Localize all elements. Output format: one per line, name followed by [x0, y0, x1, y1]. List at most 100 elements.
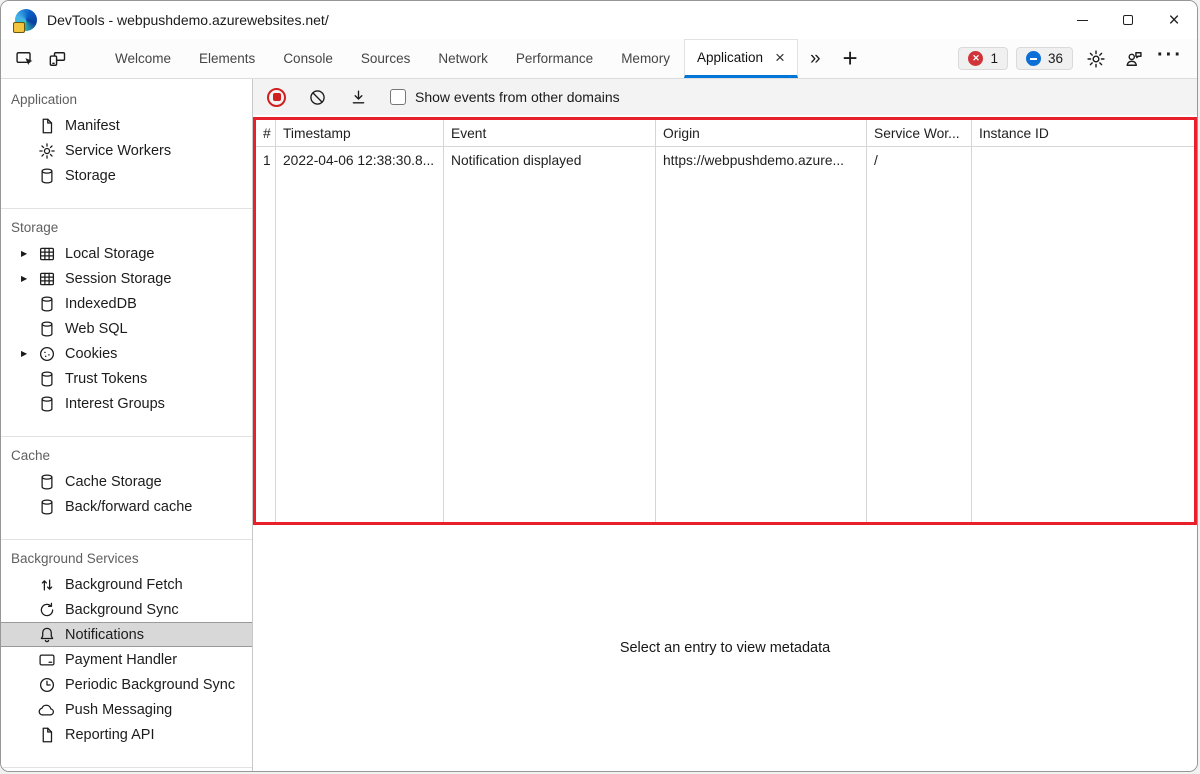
tab-elements[interactable]: Elements — [185, 39, 269, 78]
new-tab-button[interactable]: + — [833, 39, 868, 78]
error-icon: ✕ — [968, 51, 983, 66]
cloud-icon — [38, 701, 56, 719]
column-header-instance-id[interactable]: Instance ID — [972, 120, 1194, 146]
tab-console[interactable]: Console — [269, 39, 347, 78]
tab-sources[interactable]: Sources — [347, 39, 425, 78]
sidebar-item-storage[interactable]: Storage — [1, 163, 252, 188]
database-icon — [38, 370, 56, 388]
sidebar-item-web-sql[interactable]: Web SQL — [1, 316, 252, 341]
tab-application[interactable]: Application × — [684, 39, 798, 78]
up-down-arrows-icon — [38, 576, 56, 594]
close-tab-icon[interactable]: × — [775, 49, 785, 66]
database-icon — [38, 295, 56, 313]
sidebar-item-manifest[interactable]: Manifest — [1, 113, 252, 138]
event-cell-event: Notification displayed — [444, 147, 656, 174]
save-events-button[interactable] — [349, 88, 368, 107]
sidebar-item-payment-handler[interactable]: Payment Handler — [1, 647, 252, 672]
minimize-button[interactable] — [1059, 1, 1105, 39]
sidebar-item-trust-tokens[interactable]: Trust Tokens — [1, 366, 252, 391]
metadata-placeholder: Select an entry to view metadata — [620, 640, 830, 656]
record-toggle-button[interactable] — [267, 88, 286, 107]
sidebar-item-interest-groups[interactable]: Interest Groups — [1, 391, 252, 416]
sidebar-item-reporting-api[interactable]: Reporting API — [1, 722, 252, 747]
column-header-origin[interactable]: Origin — [656, 120, 867, 146]
notifications-toolbar: Show events from other domains — [253, 79, 1197, 115]
clock-icon — [38, 676, 56, 694]
gear-icon — [38, 142, 56, 160]
cookie-icon — [38, 345, 56, 363]
sidebar-item-background-fetch[interactable]: Background Fetch — [1, 572, 252, 597]
event-cell-instance-id — [972, 147, 1194, 174]
database-icon — [38, 473, 56, 491]
sidebar-item-cookies[interactable]: ▶ Cookies — [1, 341, 252, 366]
sidebar-section-application: Application Manifest Service Workers Sto… — [1, 81, 252, 209]
column-header-number[interactable]: # — [256, 120, 276, 146]
message-icon — [1026, 51, 1041, 66]
event-cell-timestamp: 2022-04-06 12:38:30.8... — [276, 147, 444, 174]
event-cell-service-worker: / — [867, 147, 972, 174]
expand-triangle-icon[interactable]: ▶ — [21, 349, 38, 358]
table-icon — [38, 270, 56, 288]
more-options-icon[interactable]: ··· — [1157, 44, 1183, 73]
show-events-checkbox-label[interactable]: Show events from other domains — [415, 89, 620, 105]
application-sidebar: Application Manifest Service Workers Sto… — [1, 79, 253, 771]
title-bar: DevTools - webpushdemo.azurewebsites.net… — [1, 1, 1197, 39]
tab-performance[interactable]: Performance — [502, 39, 607, 78]
database-icon — [38, 167, 56, 185]
event-cell-number: 1 — [256, 147, 276, 174]
devtools-window: DevTools - webpushdemo.azurewebsites.net… — [0, 0, 1198, 772]
maximize-button[interactable] — [1105, 1, 1151, 39]
sidebar-section-storage: Storage ▶ Local Storage ▶ Session Storag… — [1, 209, 252, 437]
sidebar-item-service-workers[interactable]: Service Workers — [1, 138, 252, 163]
sidebar-item-background-sync[interactable]: Background Sync — [1, 597, 252, 622]
window-title: DevTools - webpushdemo.azurewebsites.net… — [47, 12, 329, 28]
column-header-event[interactable]: Event — [444, 120, 656, 146]
settings-gear-icon[interactable] — [1081, 49, 1111, 69]
sidebar-item-cache-storage[interactable]: Cache Storage — [1, 469, 252, 494]
feedback-icon[interactable] — [1119, 49, 1149, 69]
section-title-application: Application — [1, 87, 252, 113]
column-header-service-worker[interactable]: Service Wor... — [867, 120, 972, 146]
edge-devtools-logo-icon — [15, 9, 37, 31]
expand-triangle-icon[interactable]: ▶ — [21, 249, 38, 258]
device-toolbar-button[interactable] — [41, 39, 73, 78]
tab-network[interactable]: Network — [424, 39, 502, 78]
tab-welcome[interactable]: Welcome — [101, 39, 185, 78]
sidebar-item-session-storage[interactable]: ▶ Session Storage — [1, 266, 252, 291]
clear-events-button[interactable] — [308, 88, 327, 107]
error-count-badge[interactable]: ✕ 1 — [958, 47, 1008, 70]
sidebar-section-background-services: Background Services Background Fetch Bac… — [1, 540, 252, 768]
document-icon — [38, 726, 56, 744]
tab-memory[interactable]: Memory — [607, 39, 684, 78]
section-title-cache: Cache — [1, 443, 252, 469]
events-table-empty-area — [256, 174, 1194, 522]
event-row[interactable]: 1 2022-04-06 12:38:30.8... Notification … — [256, 147, 1194, 174]
close-window-button[interactable]: × — [1151, 1, 1197, 39]
table-icon — [38, 245, 56, 263]
database-icon — [38, 320, 56, 338]
sidebar-item-notifications[interactable]: Notifications — [1, 622, 252, 647]
sidebar-item-local-storage[interactable]: ▶ Local Storage — [1, 241, 252, 266]
sidebar-item-back-forward-cache[interactable]: Back/forward cache — [1, 494, 252, 519]
show-events-checkbox[interactable] — [390, 89, 406, 105]
metadata-pane: Select an entry to view metadata — [253, 525, 1197, 771]
issues-count-badge[interactable]: 36 — [1016, 47, 1073, 70]
sidebar-item-periodic-background-sync[interactable]: Periodic Background Sync — [1, 672, 252, 697]
more-tabs-button[interactable]: » — [798, 39, 833, 78]
document-icon — [38, 117, 56, 135]
events-table-header: # Timestamp Event Origin Service Wor... … — [256, 120, 1194, 147]
sync-icon — [38, 601, 56, 619]
event-cell-origin: https://webpushdemo.azure... — [656, 147, 867, 174]
devtools-tab-bar: Welcome Elements Console Sources Network… — [1, 39, 1197, 79]
inspect-element-button[interactable] — [9, 39, 41, 78]
sidebar-item-push-messaging[interactable]: Push Messaging — [1, 697, 252, 722]
expand-triangle-icon[interactable]: ▶ — [21, 274, 38, 283]
tabbar-right-cluster: ✕ 1 36 ··· — [958, 39, 1197, 78]
section-title-background-services: Background Services — [1, 546, 252, 572]
sidebar-item-indexeddb[interactable]: IndexedDB — [1, 291, 252, 316]
sidebar-section-cache: Cache Cache Storage Back/forward cache — [1, 437, 252, 540]
notifications-panel: Show events from other domains # Timesta… — [253, 79, 1197, 771]
column-header-timestamp[interactable]: Timestamp — [276, 120, 444, 146]
events-table-highlighted: # Timestamp Event Origin Service Wor... … — [253, 117, 1197, 525]
database-icon — [38, 498, 56, 516]
